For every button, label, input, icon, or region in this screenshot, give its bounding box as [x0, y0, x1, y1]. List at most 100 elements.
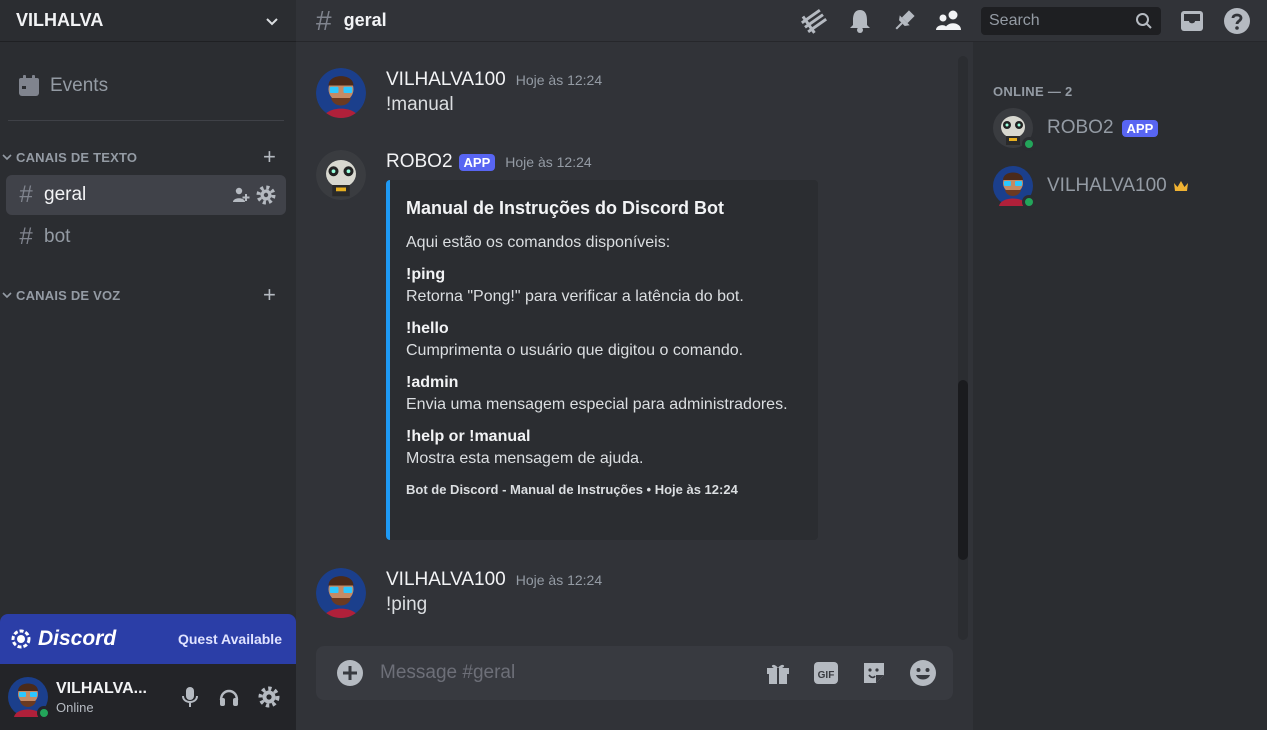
avatar	[993, 166, 1036, 209]
online-status-icon	[1022, 137, 1036, 151]
search-icon	[1135, 12, 1153, 30]
member-item[interactable]: VILHALVA100	[993, 166, 1189, 209]
notification-bell-icon[interactable]	[847, 8, 873, 34]
embed-field: !hello Cumprimenta o usuário que digitou…	[406, 320, 802, 360]
quest-brand: Discord	[38, 627, 117, 650]
member-name: VILHALVA100	[1047, 175, 1167, 196]
category-label: CANAIS DE VOZ	[16, 287, 121, 303]
channel-bot[interactable]: # bot	[6, 217, 286, 257]
add-channel-icon[interactable]: +	[263, 284, 276, 306]
avatar[interactable]	[316, 150, 366, 200]
message-author[interactable]: VILHALVA100	[386, 69, 506, 91]
member-list: ONLINE — 2 ROBO2 APP VILHALVA100	[973, 42, 1267, 730]
field-value: Mostra esta mensagem de ajuda.	[406, 450, 644, 467]
user-settings-gear-icon[interactable]	[258, 686, 280, 708]
field-value: Envia uma mensagem especial para adminis…	[406, 396, 788, 413]
calendar-icon	[18, 75, 40, 97]
chevron-down-icon	[2, 152, 12, 162]
category-text-channels[interactable]: CANAIS DE TEXTO +	[0, 145, 296, 169]
field-value: Retorna "Pong!" para verificar a latênci…	[406, 288, 744, 305]
quest-available-label[interactable]: Quest Available	[178, 631, 282, 647]
divider	[8, 120, 284, 121]
message-text: !ping	[386, 594, 428, 615]
embed-field: !ping Retorna "Pong!" para verificar a l…	[406, 266, 802, 306]
svg-text:GIF: GIF	[818, 670, 835, 681]
gif-icon[interactable]: GIF	[813, 660, 839, 686]
embed-title: Manual de Instruções do Discord Bot	[406, 198, 725, 218]
channel-title: geral	[343, 10, 387, 30]
message-author[interactable]: VILHALVA100	[386, 569, 506, 591]
bot-embed: Manual de Instruções do Discord Bot Aqui…	[386, 180, 818, 540]
category-voice-channels[interactable]: CANAIS DE VOZ +	[0, 283, 296, 307]
user-status: Online	[56, 699, 94, 715]
message-author[interactable]: ROBO2	[386, 151, 453, 173]
help-icon[interactable]	[1223, 7, 1251, 35]
quest-banner[interactable]: Discord Quest Available	[0, 614, 296, 664]
search-input[interactable]: Search	[981, 6, 1161, 35]
field-value: Cumprimenta o usuário que digitou o coma…	[406, 342, 744, 359]
search-placeholder: Search	[989, 11, 1040, 29]
invite-icon[interactable]	[232, 186, 250, 204]
app-badge: APP	[458, 153, 496, 171]
threads-icon[interactable]	[799, 6, 829, 36]
inbox-icon[interactable]	[1179, 8, 1205, 34]
add-attachment-icon[interactable]	[336, 659, 364, 687]
online-status-icon	[1022, 195, 1036, 209]
emoji-icon[interactable]	[909, 659, 937, 687]
avatar[interactable]	[8, 677, 51, 720]
app-badge: APP	[1121, 119, 1159, 137]
events-item[interactable]: Events	[8, 66, 288, 106]
hash-icon: #	[19, 181, 33, 208]
member-name: ROBO2	[1047, 117, 1114, 138]
message-input[interactable]	[380, 662, 765, 684]
chevron-down-icon	[2, 290, 12, 300]
message-timestamp: Hoje às 12:24	[515, 72, 603, 88]
message-composer: GIF	[316, 646, 953, 700]
username: VILHALVA...	[56, 679, 147, 697]
embed-field: !help or !manual Mostra esta mensagem de…	[406, 428, 802, 468]
gear-icon[interactable]	[256, 185, 276, 205]
online-status-icon	[37, 706, 51, 720]
member-item[interactable]: ROBO2 APP	[993, 108, 1159, 151]
message-timestamp: Hoje às 12:24	[515, 572, 603, 588]
embed-footer: Bot de Discord - Manual de Instruções • …	[406, 482, 738, 497]
avatar	[993, 108, 1036, 151]
pin-icon[interactable]	[891, 8, 917, 34]
field-name: !ping	[406, 266, 446, 283]
hash-lock-icon: #	[19, 223, 33, 250]
gift-icon[interactable]	[765, 660, 791, 686]
sticker-icon[interactable]	[861, 660, 887, 686]
embed-description: Aqui estão os comandos disponíveis:	[406, 234, 671, 251]
avatar[interactable]	[316, 68, 366, 118]
events-label: Events	[50, 75, 109, 96]
server-header[interactable]: VILHALVA	[0, 0, 296, 42]
message: ROBO2 APP Hoje às 12:24 Manual de Instru…	[316, 150, 818, 540]
avatar[interactable]	[316, 568, 366, 618]
microphone-icon[interactable]	[180, 686, 200, 708]
message: VILHALVA100 Hoje às 12:24 !manual	[316, 68, 602, 118]
channel-header: # geral Search	[296, 0, 1267, 42]
server-name: VILHALVA	[16, 10, 104, 30]
member-list-icon[interactable]	[935, 8, 963, 34]
field-name: !admin	[406, 374, 459, 391]
channel-geral[interactable]: # geral	[6, 175, 286, 215]
hash-icon: #	[316, 4, 332, 36]
channel-label: bot	[44, 226, 71, 247]
embed-field: !admin Envia uma mensagem especial para …	[406, 374, 802, 414]
category-label: CANAIS DE TEXTO	[16, 149, 138, 165]
field-name: !hello	[406, 320, 449, 337]
scrollbar-thumb[interactable]	[958, 380, 968, 560]
message-text: !manual	[386, 94, 454, 115]
add-channel-icon[interactable]: +	[263, 146, 276, 168]
chat-area: VILHALVA100 Hoje às 12:24 !manual ROBO2 …	[296, 42, 973, 730]
headphones-icon[interactable]	[218, 686, 240, 708]
message: VILHALVA100 Hoje às 12:24 !ping	[316, 568, 602, 618]
field-name: !help or !manual	[406, 428, 531, 445]
crown-icon	[1173, 179, 1189, 193]
chat-scrollbar[interactable]	[958, 56, 968, 640]
member-category: ONLINE — 2	[993, 84, 1073, 99]
channel-label: geral	[44, 184, 87, 205]
chevron-down-icon	[264, 13, 280, 29]
discord-logo-icon	[10, 628, 32, 650]
message-timestamp: Hoje às 12:24	[505, 154, 592, 170]
